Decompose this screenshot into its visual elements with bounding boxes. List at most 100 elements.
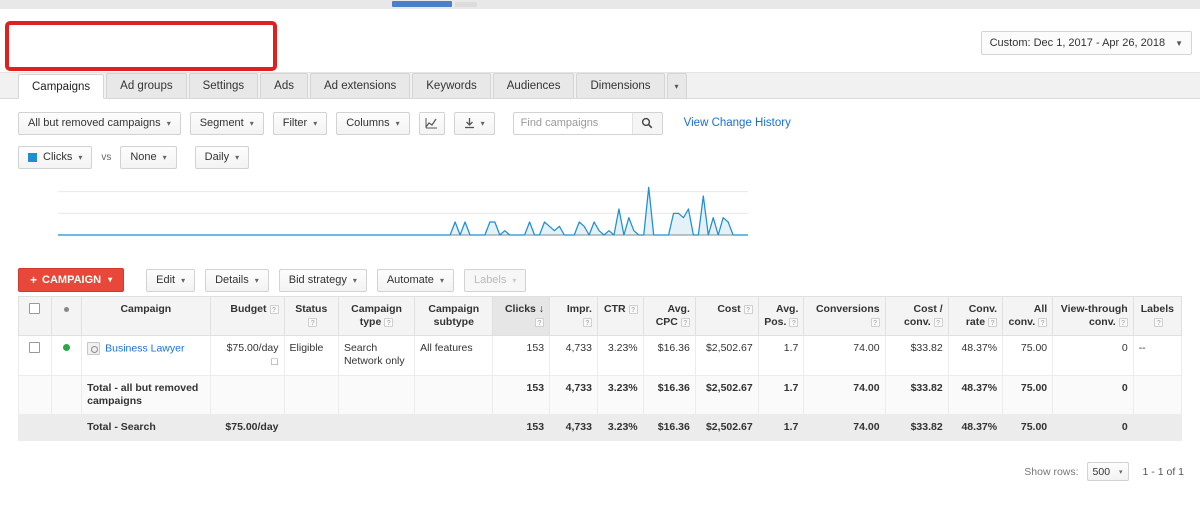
- tab-ads[interactable]: Ads: [260, 73, 308, 98]
- table-header-row: Campaign Budget? Status? Campaign type? …: [19, 297, 1182, 336]
- status-dot-icon: [63, 344, 70, 351]
- th-campaign[interactable]: Campaign: [82, 297, 210, 336]
- filter-label: Filter: [283, 113, 307, 134]
- granularity-dropdown[interactable]: Daily ▾: [195, 146, 249, 169]
- th-avg-pos[interactable]: Avg. Pos.?: [758, 297, 804, 336]
- cell-campaign[interactable]: Business Lawyer: [82, 336, 210, 376]
- browser-chrome-strip: [0, 0, 1200, 9]
- table-footer: Show rows: 500 ▾ 1 - 1 of 1: [1024, 462, 1184, 481]
- campaign-filter-dropdown[interactable]: All but removed campaigns ▾: [18, 112, 181, 135]
- th-clicks[interactable]: Clicks ↓?: [493, 297, 550, 336]
- campaign-search-icon: [87, 342, 100, 355]
- rows-per-page-select[interactable]: 500 ▾: [1087, 462, 1129, 481]
- primary-metric-dropdown[interactable]: Clicks ▾: [18, 146, 92, 169]
- cell-total-cost-per-conv: $33.82: [885, 376, 948, 415]
- series-color-swatch: [28, 153, 37, 162]
- th-status[interactable]: Status?: [284, 297, 338, 336]
- segment-dropdown[interactable]: Segment ▾: [190, 112, 264, 135]
- secondary-metric-dropdown[interactable]: None ▾: [120, 146, 176, 169]
- chart-plot-area[interactable]: [0, 174, 1200, 259]
- th-cost-per-conv[interactable]: Cost / conv.?: [885, 297, 948, 336]
- th-budget[interactable]: Budget?: [210, 297, 284, 336]
- tab-audiences[interactable]: Audiences: [493, 73, 575, 98]
- new-campaign-label: CAMPAIGN: [42, 269, 101, 291]
- help-icon[interactable]: ?: [1154, 318, 1163, 327]
- tab-ad-extensions[interactable]: Ad extensions: [310, 73, 410, 98]
- help-icon[interactable]: ?: [789, 318, 798, 327]
- th-all-conv[interactable]: All conv.?: [1003, 297, 1053, 336]
- new-campaign-button[interactable]: + CAMPAIGN ▾: [18, 268, 124, 292]
- help-icon[interactable]: ?: [871, 318, 880, 327]
- edit-button[interactable]: Edit ▾: [146, 269, 195, 292]
- help-icon[interactable]: ?: [988, 318, 997, 327]
- help-icon[interactable]: ?: [681, 318, 690, 327]
- search-input[interactable]: [514, 113, 632, 134]
- chevron-down-icon: ▼: [1175, 39, 1183, 48]
- columns-dropdown[interactable]: Columns ▾: [336, 112, 409, 135]
- help-icon[interactable]: ?: [384, 318, 393, 327]
- row-status-cell: [51, 336, 81, 376]
- cell-campaign-type: Search Network only: [338, 336, 414, 376]
- th-campaign-type[interactable]: Campaign type?: [338, 297, 414, 336]
- chevron-down-icon: ▾: [1119, 468, 1123, 476]
- filter-dropdown[interactable]: Filter ▾: [273, 112, 327, 135]
- th-select-all[interactable]: [19, 297, 52, 336]
- details-button[interactable]: Details ▾: [205, 269, 269, 292]
- download-button[interactable]: ▾: [454, 112, 495, 135]
- campaign-name-link[interactable]: Business Lawyer: [105, 342, 184, 354]
- cell-ctr: 3.23%: [597, 336, 643, 376]
- chart-toggle-button[interactable]: [419, 112, 445, 135]
- help-icon[interactable]: ?: [583, 318, 592, 327]
- search-submit-button[interactable]: [632, 113, 662, 134]
- tab-campaigns[interactable]: Campaigns: [18, 74, 104, 99]
- labels-label: Labels: [474, 270, 506, 291]
- help-icon[interactable]: ?: [744, 305, 753, 314]
- table-row[interactable]: Business Lawyer $75.00/day ☐ Eligible Se…: [19, 336, 1182, 376]
- tab-dimensions[interactable]: Dimensions: [576, 73, 664, 98]
- search-box[interactable]: [513, 112, 663, 135]
- th-avg-cpc[interactable]: Avg. CPC?: [643, 297, 695, 336]
- th-ctr[interactable]: CTR?: [597, 297, 643, 336]
- cell-impressions: 4,733: [550, 336, 598, 376]
- tab-ad-groups[interactable]: Ad groups: [106, 73, 186, 98]
- row-checkbox[interactable]: [29, 342, 40, 353]
- chevron-down-icon: ▾: [163, 147, 167, 168]
- help-icon[interactable]: ?: [535, 318, 544, 327]
- th-conversions[interactable]: Conversions?: [804, 297, 885, 336]
- th-cost[interactable]: Cost?: [695, 297, 758, 336]
- help-icon[interactable]: ?: [270, 305, 279, 314]
- cell-view-through-conv: 0: [1053, 336, 1134, 376]
- tab-overflow-menu[interactable]: ▾: [667, 73, 687, 98]
- tab-label: Keywords: [426, 80, 477, 92]
- help-icon[interactable]: ?: [1038, 318, 1047, 327]
- performance-chart: 10 5 0 Friday, December 1, 2017 Thursday…: [0, 174, 1200, 259]
- cell-search-total-cost: $2,502.67: [695, 415, 758, 441]
- select-all-checkbox[interactable]: [29, 303, 40, 314]
- row-select-cell[interactable]: [19, 336, 52, 376]
- bid-strategy-button[interactable]: Bid strategy ▾: [279, 269, 367, 292]
- th-labels[interactable]: Labels?: [1133, 297, 1181, 336]
- tab-settings[interactable]: Settings: [189, 73, 259, 98]
- cell-total-avg-cpc: $16.36: [643, 376, 695, 415]
- browser-tab-active[interactable]: [392, 1, 452, 7]
- cell-search-total-label: Total - Search: [82, 415, 210, 441]
- cell-budget[interactable]: $75.00/day ☐: [210, 336, 284, 376]
- th-conv-rate[interactable]: Conv. rate?: [948, 297, 1002, 336]
- tab-keywords[interactable]: Keywords: [412, 73, 491, 98]
- th-campaign-subtype[interactable]: Campaign subtype: [415, 297, 493, 336]
- th-impressions[interactable]: Impr.?: [550, 297, 598, 336]
- automate-button[interactable]: Automate ▾: [377, 269, 454, 292]
- table-row-total-all: Total - all but removed campaigns 153 4,…: [19, 376, 1182, 415]
- help-icon[interactable]: ?: [629, 305, 638, 314]
- th-view-through-conv[interactable]: View-through conv.?: [1053, 297, 1134, 336]
- help-icon[interactable]: ?: [1119, 318, 1128, 327]
- help-icon[interactable]: ?: [934, 318, 943, 327]
- chart-icon: [425, 117, 438, 129]
- view-change-history-link[interactable]: View Change History: [684, 117, 791, 129]
- cell-search-total-status: [284, 415, 338, 441]
- date-range-selector[interactable]: Custom: Dec 1, 2017 - Apr 26, 2018 ▼: [981, 31, 1192, 55]
- total-status-cell: [51, 376, 81, 415]
- browser-tab-inactive[interactable]: [455, 2, 477, 7]
- total-search-select-cell: [19, 415, 52, 441]
- help-icon[interactable]: ?: [308, 318, 317, 327]
